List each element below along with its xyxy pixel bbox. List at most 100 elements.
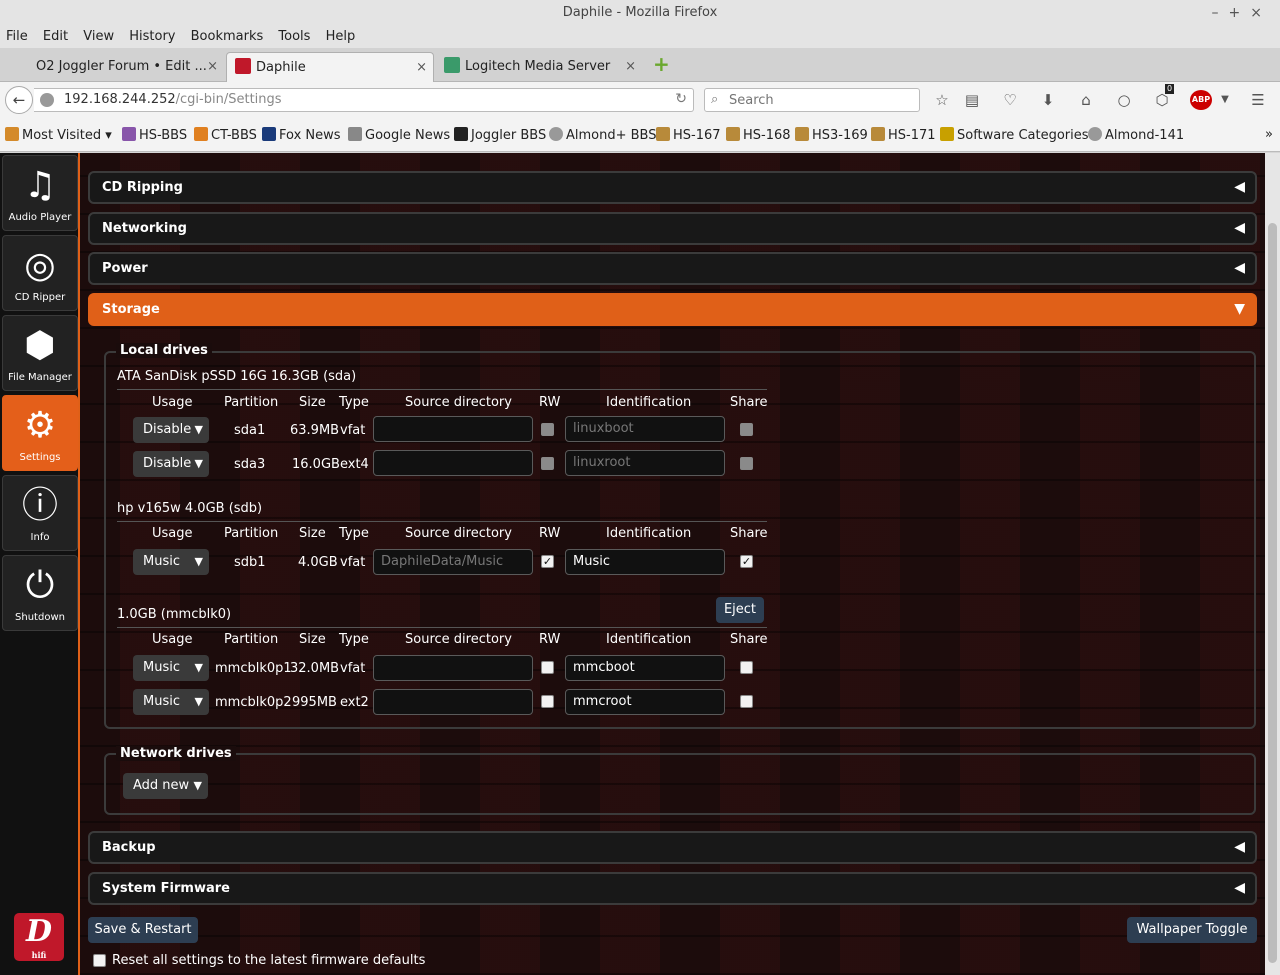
bookmarks-library-icon[interactable]: ▤ xyxy=(962,90,982,110)
save-restart-button[interactable]: Save & Restart xyxy=(88,917,198,943)
usage-select[interactable]: Disable ▼ xyxy=(133,417,209,443)
site-icon xyxy=(795,127,809,141)
share-checkbox[interactable] xyxy=(740,423,753,436)
bookmark-google-news[interactable]: Google News xyxy=(348,127,450,143)
bookmark-almond-bbs[interactable]: Almond+ BBS xyxy=(549,127,657,143)
identification-input[interactable]: Music xyxy=(565,549,725,575)
sidebar-audio-player[interactable]: ♫ Audio Player xyxy=(2,155,78,231)
tab-bar: O2 Joggler Forum • Edit ... × Daphile × Lo… xyxy=(0,48,1280,82)
sidebar-settings[interactable]: ⚙ Settings xyxy=(2,395,78,471)
search-box[interactable]: ⌕ xyxy=(704,88,920,112)
tab-daphile[interactable]: Daphile × xyxy=(226,52,434,82)
bookmark-hs3-169[interactable]: HS3-169 xyxy=(795,127,868,143)
rw-checkbox[interactable] xyxy=(541,457,554,470)
add-network-drive-select[interactable]: Add new ▼ xyxy=(123,773,208,799)
usage-select[interactable]: Disable ▼ xyxy=(133,451,209,477)
bookmark-star-icon[interactable]: ☆ xyxy=(932,90,952,110)
col-ident: Identification xyxy=(606,526,692,541)
reload-icon[interactable]: ↻ xyxy=(675,91,687,107)
bookmark-hs-168[interactable]: HS-168 xyxy=(726,127,791,143)
bookmark-hs-167[interactable]: HS-167 xyxy=(656,127,721,143)
url-bar[interactable]: 192.168.244.252/cgi-bin/Settings ↻ xyxy=(34,88,694,112)
download-icon[interactable]: ⬇ xyxy=(1038,90,1058,110)
rw-checkbox-checked[interactable]: ✓ xyxy=(541,555,554,568)
rw-checkbox[interactable] xyxy=(541,661,554,674)
source-directory-input[interactable] xyxy=(373,450,533,476)
menu-bookmarks[interactable]: Bookmarks xyxy=(191,29,264,44)
collapse-arrow-icon: ◀ xyxy=(1234,179,1245,195)
logo-sub: hifi xyxy=(31,950,47,960)
section-cd-ripping[interactable]: CD Ripping ◀ xyxy=(88,171,1257,204)
wallpaper-toggle-button[interactable]: Wallpaper Toggle xyxy=(1127,917,1257,943)
bookmark-label: Most Visited xyxy=(22,128,102,143)
close-icon[interactable]: × xyxy=(416,53,427,82)
rw-checkbox[interactable] xyxy=(541,695,554,708)
bookmark-hs-171[interactable]: HS-171 xyxy=(871,127,936,143)
menu-history[interactable]: History xyxy=(129,29,175,44)
section-networking[interactable]: Networking ◀ xyxy=(88,212,1257,245)
section-storage[interactable]: Storage ▼ xyxy=(88,293,1257,326)
sidebar-cd-ripper[interactable]: ◎ CD Ripper xyxy=(2,235,78,311)
back-arrow-icon[interactable]: ← xyxy=(5,86,33,114)
bookmarks-overflow-icon[interactable]: » xyxy=(1265,127,1273,142)
bookmark-label: HS-168 xyxy=(743,128,791,143)
bookmark-hs-bbs[interactable]: HS-BBS xyxy=(122,127,187,143)
menu-help[interactable]: Help xyxy=(326,29,356,44)
chat-icon[interactable]: ○ xyxy=(1114,90,1134,110)
tab-logitech-media-server[interactable]: Logitech Media Server × xyxy=(436,52,642,82)
chevron-down-icon[interactable]: ▼ xyxy=(1215,90,1235,110)
identification-input[interactable]: mmcboot xyxy=(565,655,725,681)
share-checkbox[interactable] xyxy=(740,695,753,708)
bookmark-ct-bbs[interactable]: CT-BBS xyxy=(194,127,257,143)
network-drives-legend: Network drives xyxy=(116,746,236,761)
search-input[interactable] xyxy=(729,91,909,109)
source-directory-input[interactable]: DaphileData/Music xyxy=(373,549,533,575)
section-backup[interactable]: Backup ◀ xyxy=(88,831,1257,864)
menu-file[interactable]: File xyxy=(6,29,28,44)
sidebar-shutdown[interactable]: ⏻ Shutdown xyxy=(2,555,78,631)
sidebar-file-manager[interactable]: ⬢ File Manager xyxy=(2,315,78,391)
bookmark-most-visited[interactable]: Most Visited ▾ xyxy=(5,127,112,143)
new-tab-plus-icon[interactable]: + xyxy=(653,54,671,74)
eject-button[interactable]: Eject xyxy=(716,597,764,623)
bookmark-software-categories[interactable]: Software Categories xyxy=(940,127,1089,143)
close-icon[interactable]: × xyxy=(625,52,636,82)
share-checkbox[interactable] xyxy=(740,661,753,674)
identification-input[interactable]: linuxboot xyxy=(565,416,725,442)
source-directory-input[interactable] xyxy=(373,416,533,442)
collapse-arrow-icon: ◀ xyxy=(1234,260,1245,276)
close-icon[interactable]: × xyxy=(207,52,218,82)
tab-joggler-forum[interactable]: O2 Joggler Forum • Edit ... × xyxy=(20,52,224,82)
scrollbar-thumb[interactable] xyxy=(1268,223,1277,963)
menu-hamburger-icon[interactable]: ☰ xyxy=(1248,90,1268,110)
col-source: Source directory xyxy=(405,526,512,541)
usage-select[interactable]: Music ▼ xyxy=(133,689,209,715)
section-system-firmware[interactable]: System Firmware ◀ xyxy=(88,872,1257,905)
adblock-icon[interactable]: ABP xyxy=(1190,90,1212,110)
menu-view[interactable]: View xyxy=(83,29,114,44)
window-controls[interactable]: –+× xyxy=(1212,0,1272,26)
bookmark-fox-news[interactable]: Fox News xyxy=(262,127,341,143)
daphile-favicon-icon xyxy=(235,58,251,74)
source-directory-input[interactable] xyxy=(373,655,533,681)
rw-checkbox[interactable] xyxy=(541,423,554,436)
source-directory-input[interactable] xyxy=(373,689,533,715)
section-power[interactable]: Power ◀ xyxy=(88,252,1257,285)
usage-select[interactable]: Music ▼ xyxy=(133,549,209,575)
usage-select[interactable]: Music ▼ xyxy=(133,655,209,681)
bookmark-joggler-bbs[interactable]: Joggler BBS xyxy=(454,127,546,143)
sidebar-info[interactable]: ⓘ Info xyxy=(2,475,78,551)
share-checkbox-checked[interactable]: ✓ xyxy=(740,555,753,568)
bookmark-almond-141[interactable]: Almond-141 xyxy=(1088,127,1184,143)
collapse-arrow-icon: ◀ xyxy=(1234,839,1245,855)
identification-input[interactable]: linuxroot xyxy=(565,450,725,476)
share-checkbox[interactable] xyxy=(740,457,753,470)
menu-tools[interactable]: Tools xyxy=(278,29,310,44)
notification-icon[interactable]: ⬡ 0 xyxy=(1152,84,1175,110)
menu-edit[interactable]: Edit xyxy=(43,29,68,44)
reset-settings-checkbox[interactable] xyxy=(93,954,106,967)
home-icon[interactable]: ⌂ xyxy=(1076,90,1096,110)
identification-input[interactable]: mmcroot xyxy=(565,689,725,715)
pocket-icon[interactable]: ♡ xyxy=(1000,90,1020,110)
page-scrollbar[interactable] xyxy=(1265,153,1280,975)
